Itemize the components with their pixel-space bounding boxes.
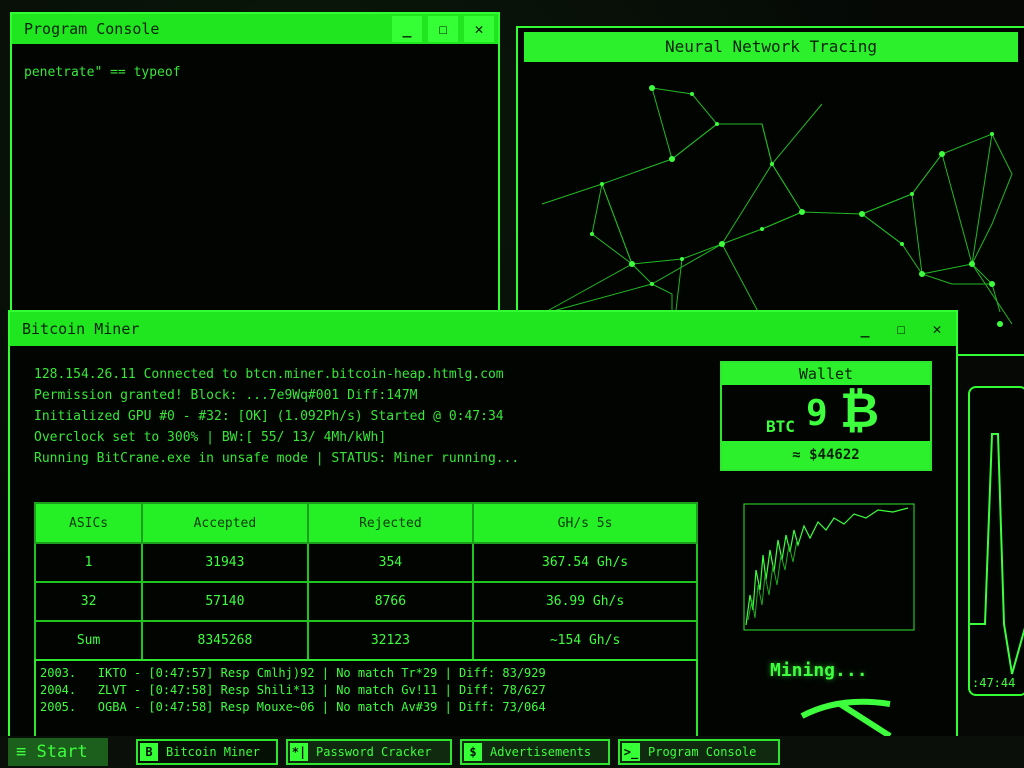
table-cell: 8766 [306,581,475,622]
pickaxe-icon [800,698,892,736]
table-cell: 1 [33,542,144,583]
console-text: penetrate" == typeof [24,65,181,80]
log-line: 2003. IKTO - [0:47:57] Resp Cmlhj)92 | N… [40,666,546,680]
minimize-button[interactable]: _ [850,316,880,342]
table-row: Sum 8345268 32123 ~154 Gh/s [33,620,698,661]
neural-network-window[interactable]: Neural Network Tracing [516,26,1024,356]
table-cell: 367.54 Gh/s [472,542,698,583]
taskbar-item-label: Program Console [648,745,757,759]
status-line: Running BitCrane.exe in unsafe mode | ST… [34,451,520,466]
bitcoin-miner-title: Bitcoin Miner [22,320,140,338]
hashrate-chart [743,503,915,631]
monitor-time: :47:44 [972,676,1016,690]
table-row: 32 57140 8766 36.99 Gh/s [33,581,698,622]
table-cell: 32 [33,581,144,622]
wallet-currency: BTC [766,417,795,436]
taskbar: ≡ Start B Bitcoin Miner *| Password Crac… [0,736,1024,768]
taskbar-item-label: Password Cracker [316,745,432,759]
taskbar-item-advertisements[interactable]: $ Advertisements [460,739,610,765]
start-button[interactable]: ≡ Start [8,738,108,766]
column-header: ASICs [33,502,144,544]
table-cell: 8345268 [141,620,309,661]
maximize-button[interactable]: ☐ [428,16,458,42]
table-cell: 36.99 Gh/s [472,581,698,622]
mining-status: Mining... [770,660,868,681]
status-line: Initialized GPU #0 - #32: [OK] (1.092Ph/… [34,409,504,424]
taskbar-item-bitcoin-miner[interactable]: B Bitcoin Miner [136,739,278,765]
maximize-button[interactable]: ☐ [886,316,916,342]
table-cell: ~154 Gh/s [472,620,698,661]
log-line: 2005. OGBA - [0:47:58] Resp Mouxe~06 | N… [40,700,546,714]
wallet-title: Wallet [722,363,930,385]
status-line: Overclock set to 300% | BW:[ 55/ 13/ 4Mh… [34,430,387,445]
bitcoin-icon: B [140,743,158,761]
close-button[interactable]: ✕ [464,16,494,42]
taskbar-item-label: Advertisements [490,745,592,759]
status-line: 128.154.26.11 Connected to btcn.miner.bi… [34,367,504,382]
terminal-icon: >_ [622,743,640,761]
signal-monitor-window[interactable]: :47:44 [968,386,1024,696]
close-button[interactable]: ✕ [922,316,952,342]
asic-stats-table: ASICs Accepted Rejected GH/s 5s 1 31943 … [33,502,698,661]
neural-network-title: Neural Network Tracing [524,32,1018,62]
table-header-row: ASICs Accepted Rejected GH/s 5s [33,502,698,544]
table-cell: 32123 [306,620,475,661]
column-header: Accepted [141,502,309,544]
wallet-panel: Wallet BTC 9 ₿ ≈ $44622 [720,361,932,471]
column-header: Rejected [306,502,475,544]
status-line: Permission granted! Block: ...7e9Wq#001 … [34,388,418,403]
table-cell: 354 [306,542,475,583]
column-header: GH/s 5s [472,502,698,544]
bitcoin-miner-titlebar[interactable]: Bitcoin Miner _ ☐ ✕ [10,312,956,346]
program-console-window[interactable]: Program Console _ ☐ ✕ penetrate" == type… [10,12,500,312]
log-line: 2004. ZLVT - [0:47:58] Resp Shili*13 | N… [40,683,546,697]
table-cell: Sum [33,620,144,661]
table-cell: 31943 [141,542,309,583]
wallet-usd-value: ≈ $44622 [722,441,930,469]
program-console-titlebar[interactable]: Program Console _ ☐ ✕ [12,14,498,44]
bitcoin-icon: ₿ [840,383,880,439]
table-row: 1 31943 354 367.54 Gh/s [33,542,698,583]
minimize-button[interactable]: _ [392,16,422,42]
taskbar-item-label: Bitcoin Miner [166,745,260,759]
taskbar-item-program-console[interactable]: >_ Program Console [618,739,780,765]
wallet-amount: 9 [806,393,828,434]
mining-log[interactable]: 2003. IKTO - [0:47:57] Resp Cmlhj)92 | N… [34,659,698,739]
miner-status-lines: 128.154.26.11 Connected to btcn.miner.bi… [34,364,519,469]
program-console-title: Program Console [24,20,160,38]
taskbar-item-password-cracker[interactable]: *| Password Cracker [286,739,452,765]
signal-wave [970,433,1024,675]
password-icon: *| [290,743,308,761]
bitcoin-miner-window[interactable]: Bitcoin Miner _ ☐ ✕ 128.154.26.11 Connec… [8,310,958,739]
dollar-icon: $ [464,743,482,761]
table-cell: 57140 [141,581,309,622]
